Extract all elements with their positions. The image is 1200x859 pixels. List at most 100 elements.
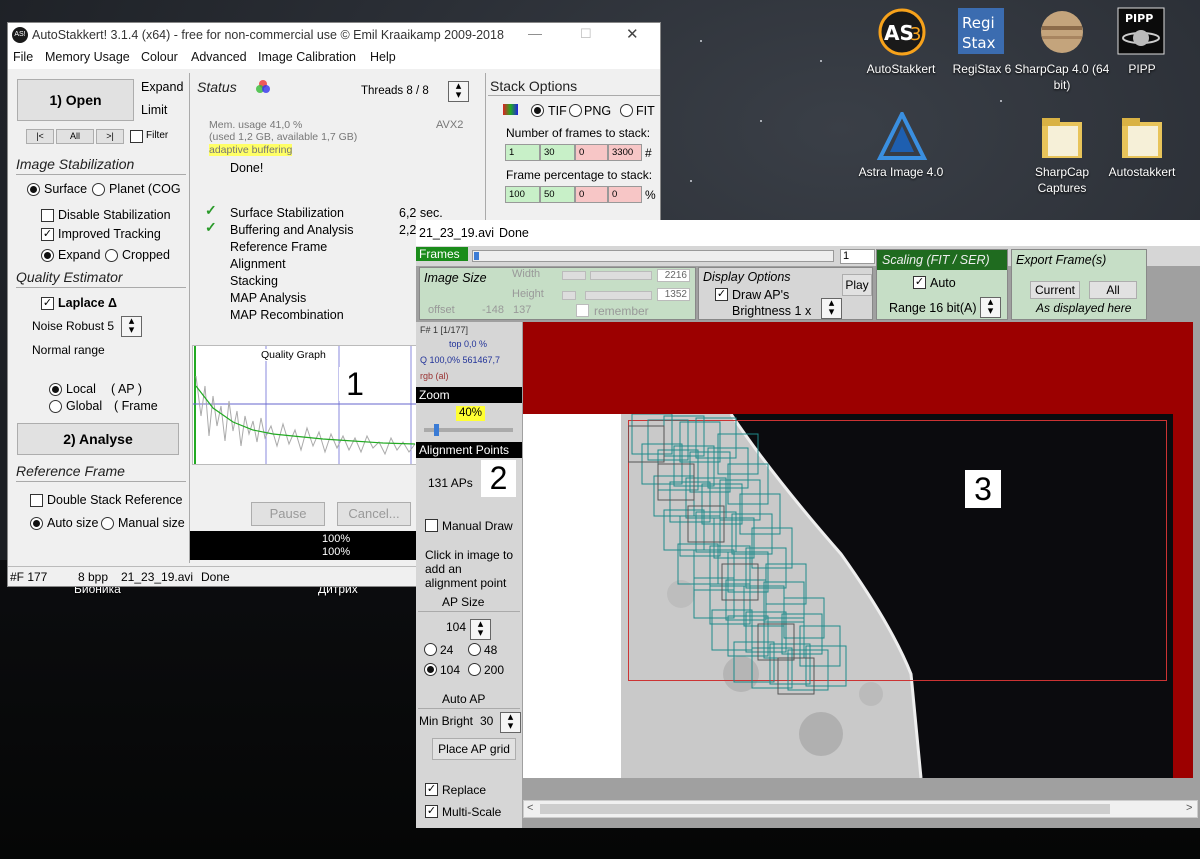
astra-icon[interactable] (876, 109, 930, 160)
expand-radio[interactable] (41, 249, 54, 262)
registax-icon[interactable]: Regi Stax (956, 6, 1010, 54)
menu-image-calibration[interactable]: Image Calibration (258, 50, 356, 64)
folder-icon[interactable] (1036, 112, 1090, 160)
cropped-radio[interactable] (105, 249, 118, 262)
export-current-button[interactable]: Current (1030, 281, 1080, 299)
remember-checkbox[interactable] (576, 304, 589, 317)
scaling-panel: Scaling (FIT / SER) ✓ Auto Range 16 bit(… (876, 249, 1008, 320)
expand-option[interactable]: Expand (141, 80, 183, 94)
percentage-input[interactable]: 100 (505, 186, 540, 203)
analyse-button[interactable]: 2) Analyse (17, 423, 179, 455)
percentage-input[interactable]: 50 (540, 186, 575, 203)
manual-draw-label: Manual Draw (442, 519, 513, 533)
percentage-input[interactable]: 0 (575, 186, 608, 203)
menu-memory-usage[interactable]: Memory Usage (45, 50, 130, 64)
quality-info: Q 100,0% 561467,7 (420, 355, 501, 365)
manual-size-radio[interactable] (101, 517, 114, 530)
ap-size-200-radio[interactable] (468, 663, 481, 676)
pause-button[interactable]: Pause (251, 502, 325, 526)
manual-draw-checkbox[interactable] (425, 519, 438, 532)
height-input[interactable]: 1352 (657, 288, 690, 301)
frame-number-input[interactable]: 1 (840, 249, 875, 264)
multi-scale-checkbox[interactable]: ✓ (425, 805, 438, 818)
sharpcap-icon[interactable] (1036, 8, 1090, 56)
ap-size-48-radio[interactable] (468, 643, 481, 656)
draw-aps-checkbox[interactable]: ✓ (715, 288, 728, 301)
ap-size-spinner[interactable]: ▴ ▾ (470, 619, 491, 640)
tif-radio[interactable] (531, 104, 544, 117)
percentage-input[interactable]: 0 (608, 186, 642, 203)
frame-slider-thumb[interactable] (474, 252, 479, 260)
frames-input[interactable]: 30 (540, 144, 575, 161)
open-button[interactable]: 1) Open (17, 79, 134, 121)
range-spinner[interactable]: ▴ ▾ (980, 297, 1001, 318)
auto-size-radio[interactable] (30, 517, 43, 530)
first-frame-button[interactable]: |< (26, 129, 54, 144)
scroll-left-icon[interactable]: < (527, 802, 533, 814)
frames-input[interactable]: 3300 (608, 144, 642, 161)
export-all-button[interactable]: All (1089, 281, 1137, 299)
ap-size-104-radio[interactable] (424, 663, 437, 676)
minimize-icon[interactable]: — (528, 25, 542, 41)
play-button[interactable]: Play (842, 274, 872, 296)
laplace-checkbox[interactable]: ✓ (41, 297, 54, 310)
limit-option[interactable]: Limit (141, 103, 167, 117)
disable-stabilization-checkbox[interactable] (41, 209, 54, 222)
last-frame-button[interactable]: >| (96, 129, 124, 144)
scroll-right-icon[interactable]: > (1186, 802, 1192, 814)
pipp-icon[interactable]: PIPP (1116, 6, 1170, 55)
adaptive-buffering-badge: adaptive buffering (209, 144, 293, 156)
frames-input[interactable]: 1 (505, 144, 540, 161)
menu-advanced[interactable]: Advanced (191, 50, 247, 64)
ap-size-24-radio[interactable] (424, 643, 437, 656)
replace-label: Replace (442, 783, 487, 797)
noise-robust-spinner[interactable]: ▴ ▾ (121, 316, 142, 337)
desktop-icon-label: Astra Image 4.0 (858, 165, 944, 179)
horizontal-scrollbar[interactable]: < > (523, 800, 1198, 818)
local-radio[interactable] (49, 383, 62, 396)
threads-spinner[interactable]: ▴ ▾ (448, 81, 469, 102)
auto-size-label: Auto size (47, 516, 99, 530)
menu-colour[interactable]: Colour (141, 50, 178, 64)
global-radio[interactable] (49, 400, 62, 413)
improved-tracking-checkbox[interactable]: ✓ (41, 228, 54, 241)
click-hint: Click in image to add an alignment point (425, 548, 514, 590)
ap-size-24-label: 24 (440, 643, 454, 657)
planet-radio[interactable] (92, 183, 105, 196)
frame-preview[interactable]: 3 (523, 322, 1193, 778)
noise-robust-label: Noise Robust 5 (32, 319, 115, 333)
width-input[interactable]: 2216 (657, 269, 690, 282)
height-label: Height (512, 288, 544, 300)
auto-scaling-checkbox[interactable]: ✓ (913, 276, 926, 289)
zoom-slider[interactable] (424, 424, 513, 436)
range-label: Range 16 bit(A) (889, 301, 977, 315)
cancel-button[interactable]: Cancel... (337, 502, 411, 526)
zoom-slider-thumb[interactable] (434, 424, 439, 436)
maximize-icon[interactable]: ☐ (580, 26, 592, 42)
close-icon[interactable]: ✕ (626, 25, 639, 43)
scrollbar-thumb[interactable] (540, 804, 1110, 814)
replace-checkbox[interactable]: ✓ (425, 783, 438, 796)
menu-file[interactable]: File (13, 50, 33, 64)
brightness-spinner[interactable]: ▴ ▾ (821, 298, 842, 319)
min-bright-spinner[interactable]: ▴ ▾ (500, 712, 521, 733)
as3-icon[interactable]: AS 3 (876, 8, 930, 56)
progress-text: 100% (322, 533, 351, 545)
fit-radio[interactable] (620, 104, 633, 117)
all-frames-button[interactable]: All (56, 129, 94, 144)
double-stack-checkbox[interactable] (30, 494, 43, 507)
png-radio[interactable] (569, 104, 582, 117)
folder-icon[interactable] (1116, 112, 1170, 160)
frames-input[interactable]: 0 (575, 144, 608, 161)
width-slider[interactable] (590, 271, 652, 280)
min-bright-label: Min Bright (419, 714, 474, 728)
height-slider[interactable] (585, 291, 652, 300)
surface-radio[interactable] (27, 183, 40, 196)
frame-slider[interactable] (472, 250, 834, 262)
step-check-icon: ✓ (205, 202, 217, 218)
menu-help[interactable]: Help (370, 50, 396, 64)
avi-title-bar: 21_23_19.avi Done (416, 220, 1200, 246)
ap-tool-panel: F# 1 [1/177] top 0,0 % Q 100,0% 561467,7… (416, 322, 522, 828)
place-ap-grid-button[interactable]: Place AP grid (432, 738, 516, 760)
filter-checkbox[interactable] (130, 130, 143, 143)
